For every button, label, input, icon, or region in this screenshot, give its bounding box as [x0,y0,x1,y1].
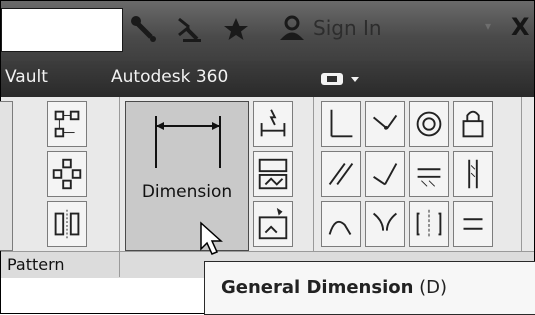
menu-item-vault[interactable]: Vault [5,67,48,87]
auto-dimension-icon[interactable] [253,101,293,147]
symmetric-constraint-icon[interactable] [365,201,405,247]
panel-separator [521,97,522,277]
circular-pattern-icon[interactable] [47,151,87,197]
show-constraints-icon[interactable] [253,151,293,197]
equal-constraint-icon[interactable] [453,201,493,247]
coincident-constraint-icon[interactable] [365,101,405,147]
application-window: Sign In ▾ X Vault Autodesk 360 Dimension… [0,0,535,315]
mirror-icon[interactable] [47,201,87,247]
menu-bar: Vault Autodesk 360 [1,61,534,97]
fix-lock-icon[interactable] [453,101,493,147]
dimension-label: Dimension [141,182,233,202]
star-icon[interactable] [221,13,251,45]
menu-item-autodesk-360[interactable]: Autodesk 360 [111,67,228,87]
search-input[interactable] [1,8,123,52]
wrench-search-icon[interactable] [129,13,159,45]
exchange-icon[interactable]: X [511,13,530,41]
tooltip-text: General Dimension (D) [221,277,447,298]
chevron-down-icon[interactable]: ▾ [485,19,491,33]
vertical-constraint-icon[interactable] [453,151,493,197]
video-dropdown-button[interactable] [319,67,363,91]
smooth-constraint-icon[interactable] [321,201,361,247]
tooltip-shortcut: (D) [419,277,448,298]
perpendicular-constraint-icon[interactable] [321,101,361,147]
concentric-constraint-icon[interactable] [409,101,449,147]
panel-separator [313,97,314,277]
satellite-icon[interactable] [175,13,205,45]
title-bar: Sign In ▾ X [1,1,534,61]
dimension-button[interactable]: Dimension [125,101,249,251]
rectangular-pattern-icon[interactable] [47,101,87,147]
horizontal-constraint-icon[interactable] [409,151,449,197]
parallel-constraint-icon[interactable] [321,151,361,197]
constraint-settings-icon[interactable] [253,201,293,247]
ribbon-left-edge [0,101,13,251]
dimension-icon [155,116,221,168]
equal-length-icon[interactable] [409,201,449,247]
user-icon[interactable] [277,13,307,45]
sign-in-link[interactable]: Sign In [313,16,382,40]
mouse-cursor-icon [200,221,223,255]
tooltip: General Dimension (D) [204,261,535,315]
panel-separator [119,251,120,277]
tooltip-title: General Dimension [221,277,414,298]
pattern-panel-title[interactable]: Pattern [7,255,65,274]
tangent-constraint-icon[interactable] [365,151,405,197]
ribbon: Dimension Pattern [0,97,534,278]
panel-separator [119,97,120,277]
